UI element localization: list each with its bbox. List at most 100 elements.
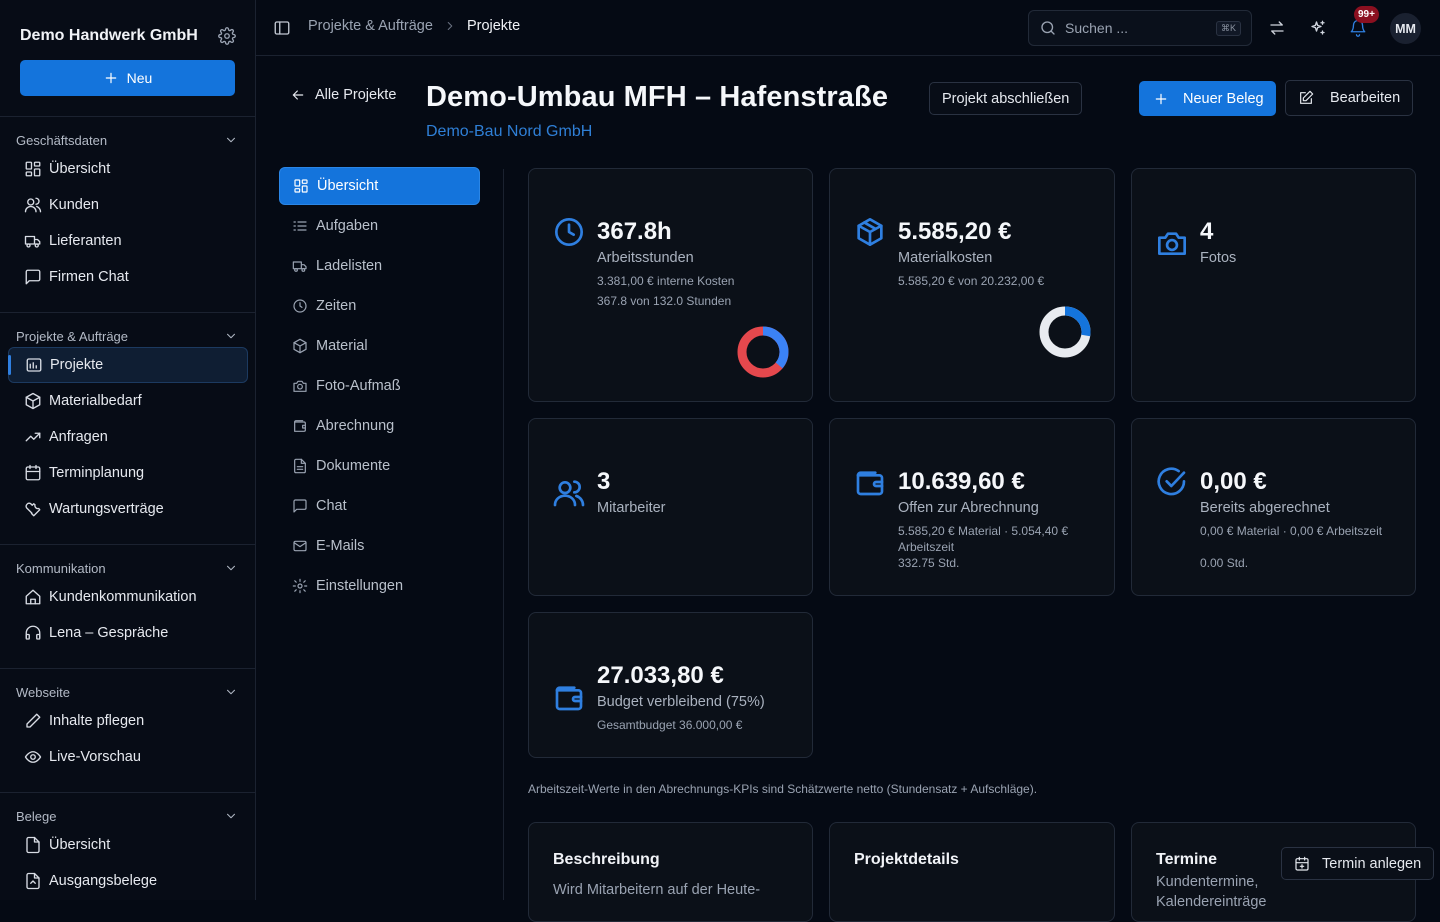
sidebar-toggle-icon[interactable] bbox=[273, 19, 291, 37]
chat-icon bbox=[292, 498, 308, 514]
section-header-projects[interactable]: Projekte & Aufträge bbox=[0, 325, 255, 347]
kpi-value: 0,00 € bbox=[1200, 468, 1267, 495]
divider bbox=[503, 169, 504, 900]
tab-billing[interactable]: Abrechnung bbox=[279, 407, 480, 445]
tab-times[interactable]: Zeiten bbox=[279, 287, 480, 325]
tab-chat[interactable]: Chat bbox=[279, 487, 480, 525]
kpi-card-hours: 367.8h Arbeitsstunden 3.381,00 € interne… bbox=[528, 168, 813, 402]
switch-icon[interactable] bbox=[1268, 19, 1286, 37]
sidebar-item-company-chat[interactable]: Firmen Chat bbox=[8, 259, 248, 295]
chevron-down-icon bbox=[224, 809, 238, 823]
search-input[interactable]: Suchen ... ⌘K bbox=[1028, 10, 1252, 46]
camera-icon bbox=[1156, 227, 1188, 259]
close-project-label: Projekt abschließen bbox=[942, 90, 1070, 107]
section-title: Webseite bbox=[16, 684, 70, 700]
plus-icon bbox=[103, 70, 119, 86]
divider bbox=[0, 312, 255, 313]
file-icon bbox=[292, 458, 308, 474]
kpi-sub: 0,00 € Material · 0,00 € Arbeitszeit bbox=[1200, 524, 1383, 538]
sidebar-item-label: Lieferanten bbox=[49, 233, 122, 249]
sidebar-item-overview[interactable]: Übersicht bbox=[8, 151, 248, 187]
kpi-card-staff: 3 Mitarbeiter bbox=[528, 418, 813, 596]
tab-label: Aufgaben bbox=[316, 218, 379, 234]
dashboard-icon bbox=[24, 160, 42, 178]
sidebar-item-label: Kundenkommunikation bbox=[49, 589, 197, 605]
section-title: Belege bbox=[16, 808, 57, 824]
wallet-icon bbox=[292, 418, 308, 434]
section-header-documents[interactable]: Belege bbox=[0, 805, 255, 827]
avatar[interactable]: MM bbox=[1390, 13, 1421, 44]
calendar-icon bbox=[24, 464, 42, 482]
sidebar-item-live-preview[interactable]: Live-Vorschau bbox=[8, 739, 248, 775]
kpi-label: Offen zur Abrechnung bbox=[898, 500, 1039, 516]
sidebar-item-edit-content[interactable]: Inhalte pflegen bbox=[8, 703, 248, 739]
company-name[interactable]: Demo Handwerk GmbH bbox=[20, 27, 198, 45]
tab-material[interactable]: Material bbox=[279, 327, 480, 365]
divider bbox=[0, 668, 255, 669]
client-link[interactable]: Demo-Bau Nord GmbH bbox=[426, 123, 592, 141]
sidebar-item-projects[interactable]: Projekte bbox=[8, 347, 248, 383]
new-document-button[interactable]: Neuer Beleg bbox=[1139, 81, 1276, 116]
sidebar-item-label: Inhalte pflegen bbox=[49, 713, 145, 729]
breadcrumb-parent[interactable]: Projekte & Aufträge bbox=[308, 18, 433, 34]
create-appointment-button[interactable]: Termin anlegen bbox=[1281, 847, 1435, 880]
sidebar-item-scheduling[interactable]: Terminplanung bbox=[8, 455, 248, 491]
section-header-business[interactable]: Geschäftsdaten bbox=[0, 129, 255, 151]
section-title: Beschreibung bbox=[553, 851, 660, 868]
new-button[interactable]: Neu bbox=[20, 60, 235, 96]
sidebar-item-suppliers[interactable]: Lieferanten bbox=[8, 223, 248, 259]
chevron-down-icon bbox=[224, 561, 238, 575]
project-subnav: Übersicht Aufgaben Ladelisten Zeiten Mat… bbox=[279, 167, 480, 607]
kpi-card-photos: 4 Fotos bbox=[1131, 168, 1416, 402]
back-to-projects[interactable]: Alle Projekte bbox=[290, 87, 396, 103]
sidebar-item-maintenance[interactable]: Wartungsverträge bbox=[8, 491, 248, 527]
tab-tasks[interactable]: Aufgaben bbox=[279, 207, 480, 245]
tab-loading-lists[interactable]: Ladelisten bbox=[279, 247, 480, 285]
close-project-button[interactable]: Projekt abschließen bbox=[929, 82, 1083, 115]
sidebar-item-documents-overview[interactable]: Übersicht bbox=[8, 827, 248, 863]
box-icon bbox=[854, 216, 886, 248]
sidebar-item-lena-calls[interactable]: Lena – Gespräche bbox=[8, 615, 248, 651]
dashboard-icon bbox=[293, 178, 309, 194]
section-header-website[interactable]: Webseite bbox=[0, 681, 255, 703]
tab-documents[interactable]: Dokumente bbox=[279, 447, 480, 485]
sidebar-item-customer-communication[interactable]: Kundenkommunikation bbox=[8, 579, 248, 615]
tab-emails[interactable]: E-Mails bbox=[279, 527, 480, 565]
tab-overview[interactable]: Übersicht bbox=[279, 167, 480, 205]
sidebar-item-requests[interactable]: Anfragen bbox=[8, 419, 248, 455]
gear-icon[interactable] bbox=[218, 27, 236, 45]
sidebar-item-customers[interactable]: Kunden bbox=[8, 187, 248, 223]
sidebar-item-outgoing-documents[interactable]: Ausgangsbelege bbox=[8, 863, 248, 899]
camera-icon bbox=[292, 378, 308, 394]
chevron-down-icon bbox=[224, 133, 238, 147]
sidebar-item-label: Anfragen bbox=[49, 429, 108, 445]
back-label: Alle Projekte bbox=[315, 87, 397, 103]
check-circle-icon bbox=[1156, 466, 1188, 498]
sidebar-item-label: Firmen Chat bbox=[49, 269, 129, 285]
section-documents: Belege Übersicht Ausgangsbelege bbox=[0, 805, 255, 899]
section-header-communication[interactable]: Kommunikation bbox=[0, 557, 255, 579]
section-title: Projekte & Aufträge bbox=[16, 328, 129, 344]
kpi-label: Budget verbleibend (75%) bbox=[597, 694, 765, 710]
box-icon bbox=[24, 392, 42, 410]
tab-label: Material bbox=[316, 338, 368, 354]
tab-settings[interactable]: Einstellungen bbox=[279, 567, 480, 605]
sparkle-icon[interactable] bbox=[1309, 19, 1327, 37]
headset-icon bbox=[24, 624, 42, 642]
page-title: Demo-Umbau MFH – Hafenstraße bbox=[426, 81, 889, 113]
kpi-value: 4 bbox=[1200, 218, 1214, 245]
search-shortcut: ⌘K bbox=[1215, 20, 1241, 36]
section-website: Webseite Inhalte pflegen Live-Vorschau bbox=[0, 681, 255, 775]
divider bbox=[0, 792, 255, 793]
edit-button[interactable]: Bearbeiten bbox=[1285, 80, 1414, 116]
kpi-value: 10.639,60 € bbox=[898, 468, 1025, 495]
tab-photo-measurement[interactable]: Foto-Aufmaß bbox=[279, 367, 480, 405]
home-icon bbox=[24, 588, 42, 606]
sidebar-item-material-demand[interactable]: Materialbedarf bbox=[8, 383, 248, 419]
company-switcher[interactable]: Demo Handwerk GmbH bbox=[20, 26, 236, 46]
chevron-right-icon bbox=[443, 19, 457, 33]
clock-icon bbox=[292, 298, 308, 314]
users-icon bbox=[553, 477, 585, 509]
sidebar-item-label: Übersicht bbox=[49, 161, 111, 177]
file-out-icon bbox=[24, 872, 42, 890]
